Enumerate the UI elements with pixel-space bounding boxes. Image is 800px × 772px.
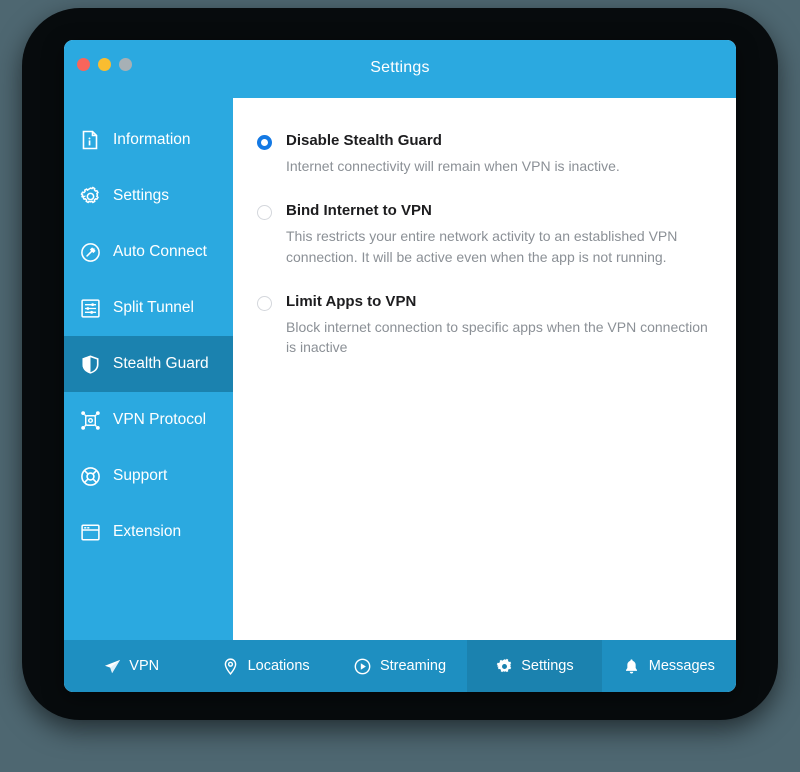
sidebar-item-label: Split Tunnel bbox=[113, 299, 194, 316]
shield-icon bbox=[79, 353, 101, 375]
radio-limit-apps-to-vpn[interactable] bbox=[257, 295, 272, 311]
sidebar-item-vpn-protocol[interactable]: VPN Protocol bbox=[64, 392, 233, 448]
lifebuoy-icon bbox=[79, 465, 101, 487]
option-title: Bind Internet to VPN bbox=[286, 202, 432, 220]
option-title: Limit Apps to VPN bbox=[286, 292, 417, 310]
network-nodes-icon bbox=[79, 409, 101, 431]
sidebar-item-label: Settings bbox=[113, 187, 170, 204]
bottom-tab-bar: VPN Locations Streaming Settings Message… bbox=[64, 640, 736, 692]
app-window: Settings Information Settings Auto Conne… bbox=[64, 40, 736, 692]
radio-bind-internet-to-vpn[interactable] bbox=[257, 205, 272, 221]
sidebar-item-settings[interactable]: Settings bbox=[64, 168, 233, 224]
auto-connect-icon bbox=[79, 241, 101, 263]
option-text: Bind Internet to VPN This restricts your… bbox=[286, 202, 710, 267]
option-title: Disable Stealth Guard bbox=[286, 132, 442, 149]
tab-label: Messages bbox=[648, 658, 715, 674]
sidebar-item-extension[interactable]: Extension bbox=[64, 504, 233, 560]
paper-plane-icon bbox=[103, 657, 121, 675]
sidebar-item-auto-connect[interactable]: Auto Connect bbox=[64, 224, 233, 280]
radio-disable-stealth-guard[interactable] bbox=[257, 135, 272, 150]
tab-vpn[interactable]: VPN bbox=[64, 640, 198, 692]
tab-settings[interactable]: Settings bbox=[467, 640, 602, 692]
sliders-box-icon bbox=[79, 297, 101, 319]
play-circle-icon bbox=[354, 657, 372, 675]
title-bar: Settings bbox=[64, 40, 736, 98]
option-text: Limit Apps to VPN Block internet connect… bbox=[286, 293, 710, 358]
browser-window-icon bbox=[79, 521, 101, 543]
sidebar-item-label: Extension bbox=[113, 523, 182, 540]
option-row-bind-internet-to-vpn[interactable]: Bind Internet to VPN This restricts your… bbox=[257, 202, 710, 267]
gear-icon bbox=[79, 185, 101, 207]
sidebar-item-split-tunnel[interactable]: Split Tunnel bbox=[64, 280, 233, 336]
map-pin-icon bbox=[222, 657, 240, 675]
option-description: Block internet connection to specific ap… bbox=[286, 318, 708, 356]
option-description: Internet connectivity will remain when V… bbox=[286, 158, 620, 174]
sidebar-item-label: Support bbox=[113, 467, 168, 484]
sidebar-item-label: Stealth Guard bbox=[113, 355, 209, 372]
window-title: Settings bbox=[370, 59, 430, 76]
tab-label: VPN bbox=[129, 658, 160, 674]
sidebar-item-label: Auto Connect bbox=[113, 243, 207, 260]
window-body: Information Settings Auto Connect Split … bbox=[64, 98, 736, 640]
bell-icon bbox=[623, 657, 641, 675]
option-text: Disable Stealth Guard Internet connectiv… bbox=[286, 132, 710, 176]
sidebar-item-label: Information bbox=[113, 131, 191, 148]
tab-label: Locations bbox=[247, 658, 310, 674]
document-info-icon bbox=[79, 129, 101, 151]
sidebar-item-label: VPN Protocol bbox=[113, 411, 207, 428]
sidebar-item-support[interactable]: Support bbox=[64, 448, 233, 504]
tab-locations[interactable]: Locations bbox=[198, 640, 332, 692]
tab-label: Streaming bbox=[379, 658, 447, 674]
settings-content-panel: Disable Stealth Guard Internet connectiv… bbox=[233, 98, 736, 640]
gear-icon bbox=[495, 657, 513, 675]
tab-streaming[interactable]: Streaming bbox=[333, 640, 467, 692]
option-description: This restricts your entire network activ… bbox=[286, 228, 678, 265]
tab-messages[interactable]: Messages bbox=[602, 640, 736, 692]
sidebar-item-information[interactable]: Information bbox=[64, 112, 233, 168]
option-row-disable-stealth-guard[interactable]: Disable Stealth Guard Internet connectiv… bbox=[257, 132, 710, 176]
tab-label: Settings bbox=[521, 658, 574, 674]
sidebar-item-stealth-guard[interactable]: Stealth Guard bbox=[64, 336, 233, 392]
option-row-limit-apps-to-vpn[interactable]: Limit Apps to VPN Block internet connect… bbox=[257, 293, 710, 358]
sidebar: Information Settings Auto Connect Split … bbox=[64, 98, 233, 640]
